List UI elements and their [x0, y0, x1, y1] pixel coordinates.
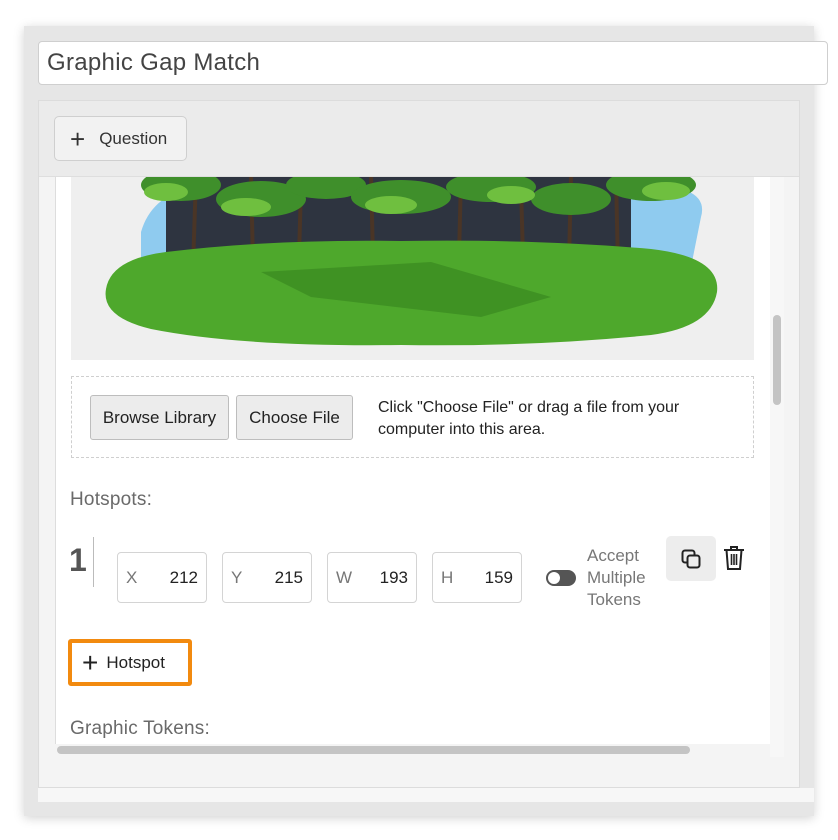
- add-hotspot-label: Hotspot: [106, 652, 165, 672]
- plus-icon: +: [82, 646, 99, 678]
- x-field-value: 212: [169, 567, 198, 587]
- trash-icon: [724, 546, 744, 570]
- x-field-label: X: [126, 567, 138, 587]
- editor-toolbar: + Question: [39, 101, 799, 177]
- w-field-label: W: [336, 567, 353, 587]
- duplicate-hotspot-button[interactable]: [666, 536, 716, 581]
- item-title-input[interactable]: Graphic Gap Match: [38, 41, 828, 85]
- h-field-label: H: [441, 567, 454, 587]
- hotspot-x-field[interactable]: X 212: [117, 552, 207, 603]
- hotspots-heading: Hotspots:: [70, 489, 153, 510]
- w-field-value: 193: [379, 567, 408, 587]
- toggle-knob: [548, 572, 560, 584]
- delete-hotspot-button[interactable]: [721, 543, 747, 573]
- copy-icon: [681, 549, 701, 568]
- add-question-button[interactable]: + Question: [54, 116, 187, 161]
- accept-multiple-label: Accept Multiple Tokens: [587, 546, 646, 609]
- graphic-tokens-heading: Graphic Tokens:: [70, 718, 210, 739]
- panel-footer: [38, 788, 814, 802]
- hotspot-divider: [93, 537, 94, 587]
- park-illustration: [105, 177, 718, 346]
- horizontal-scrollbar-thumb[interactable]: [57, 746, 690, 754]
- h-field-value: 159: [484, 567, 513, 587]
- vertical-scrollbar-thumb[interactable]: [773, 315, 781, 405]
- hotspot-h-field[interactable]: H 159: [432, 552, 522, 603]
- choose-file-button[interactable]: Choose File: [236, 395, 353, 440]
- question-content: Browse Library Choose File Click "Choose…: [55, 177, 771, 744]
- add-question-label: Question: [99, 128, 168, 148]
- hotspot-index: 1: [69, 542, 87, 578]
- browse-library-button[interactable]: Browse Library: [90, 395, 229, 440]
- y-field-label: Y: [231, 567, 243, 587]
- vertical-scrollbar-track[interactable]: [770, 177, 784, 757]
- background-image: [71, 177, 754, 360]
- accept-multiple-toggle[interactable]: [546, 570, 576, 586]
- upload-hint-text: Click "Choose File" or drag a file from …: [378, 399, 680, 438]
- hotspot-w-field[interactable]: W 193: [327, 552, 417, 603]
- file-drop-zone[interactable]: Browse Library Choose File Click "Choose…: [71, 376, 754, 458]
- plus-icon: +: [70, 123, 86, 154]
- hotspot-y-field[interactable]: Y 215: [222, 552, 312, 603]
- y-field-value: 215: [274, 567, 303, 587]
- add-hotspot-button[interactable]: + Hotspot: [68, 639, 192, 686]
